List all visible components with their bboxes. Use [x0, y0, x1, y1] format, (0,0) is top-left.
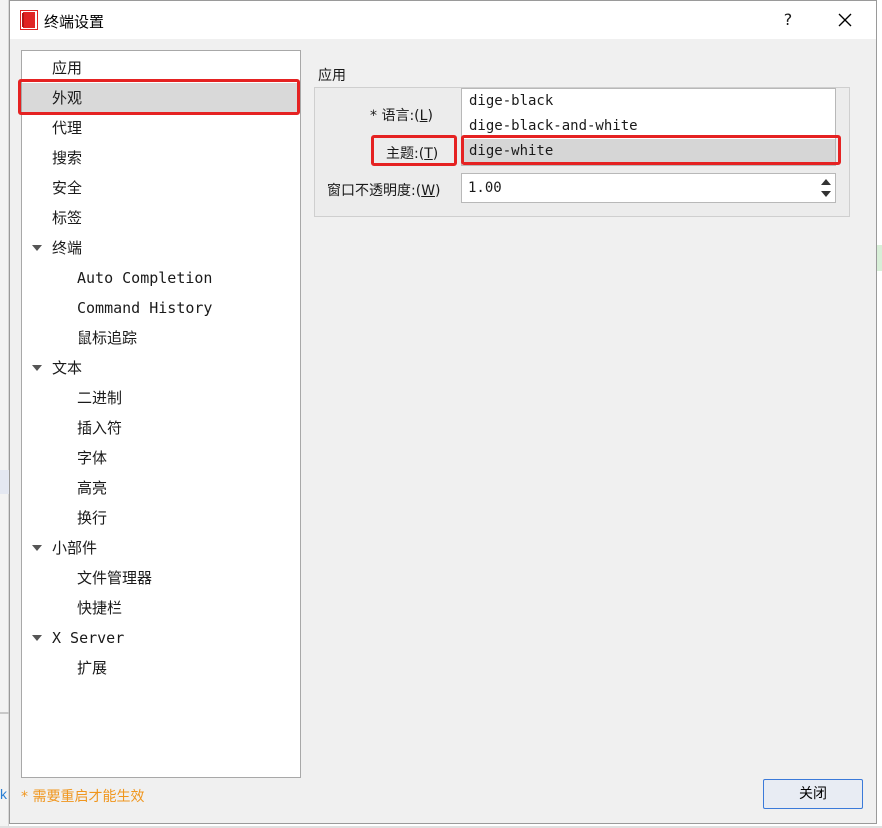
arrow-up-icon[interactable]	[821, 179, 831, 185]
nav-item-terminal[interactable]: 终端	[52, 233, 82, 263]
settings-nav-tree[interactable]: 应用 外观 代理 搜索 安全 标签 终端 Auto Completion Com…	[21, 50, 301, 778]
nav-item-quick-bar[interactable]: 快捷栏	[77, 593, 122, 623]
nav-item-auto-completion[interactable]: Auto Completion	[77, 263, 212, 293]
nav-item-search[interactable]: 搜索	[52, 143, 82, 173]
nav-item-command-history[interactable]: Command History	[77, 293, 212, 323]
nav-item-text[interactable]: 文本	[52, 353, 82, 383]
opacity-label: 窗口不透明度:(W)	[327, 183, 441, 199]
opacity-spinbox[interactable]: 1.00	[461, 173, 836, 203]
background-highlight	[0, 470, 9, 494]
close-button[interactable]: 关闭	[763, 779, 863, 809]
nav-item-extensions[interactable]: 扩展	[77, 653, 107, 683]
theme-option-dige-black[interactable]: dige-black	[462, 89, 835, 114]
nav-item-font[interactable]: 字体	[77, 443, 107, 473]
background-divider	[0, 712, 9, 714]
nav-item-mouse-tracking[interactable]: 鼠标追踪	[77, 323, 137, 353]
terminal-settings-dialog: 终端设置 ? 应用 外观 代理 搜索 安全 标签 终端 Auto Complet…	[9, 0, 877, 824]
highlight-box-theme-selection	[461, 135, 841, 165]
required-mark: *	[370, 108, 377, 124]
nav-item-x-server[interactable]: X Server	[52, 623, 124, 653]
background-text: k	[0, 786, 7, 802]
group-title: 应用	[318, 68, 346, 84]
language-label: * 语言:(L)	[370, 108, 433, 124]
highlight-box-appearance	[18, 79, 300, 115]
arrow-down-icon[interactable]	[821, 191, 831, 197]
chevron-down-icon[interactable]	[32, 245, 42, 251]
nav-item-caret[interactable]: 插入符	[77, 413, 122, 443]
highlight-box-theme-label	[371, 135, 457, 166]
nav-item-binary[interactable]: 二进制	[77, 383, 122, 413]
nav-item-security[interactable]: 安全	[52, 173, 82, 203]
nav-item-proxy[interactable]: 代理	[52, 113, 82, 143]
dialog-title: 终端设置	[44, 13, 105, 31]
close-icon	[838, 13, 852, 27]
nav-item-file-manager[interactable]: 文件管理器	[77, 563, 152, 593]
title-bar[interactable]: 终端设置 ?	[10, 1, 876, 39]
nav-item-highlight[interactable]: 高亮	[77, 473, 107, 503]
chevron-down-icon[interactable]	[32, 635, 42, 641]
nav-item-widgets[interactable]: 小部件	[52, 533, 97, 563]
chevron-down-icon[interactable]	[32, 545, 42, 551]
nav-item-tabs[interactable]: 标签	[52, 203, 82, 233]
opacity-value[interactable]: 1.00	[468, 174, 502, 202]
help-button[interactable]: ?	[774, 5, 802, 35]
app-logo-icon	[20, 10, 38, 30]
restart-required-note: * 需要重启才能生效	[21, 789, 145, 805]
chevron-down-icon[interactable]	[32, 365, 42, 371]
background-window-edge	[0, 0, 9, 828]
nav-item-line-wrap[interactable]: 换行	[77, 503, 107, 533]
close-window-button[interactable]	[828, 5, 862, 35]
help-icon: ?	[783, 10, 793, 29]
